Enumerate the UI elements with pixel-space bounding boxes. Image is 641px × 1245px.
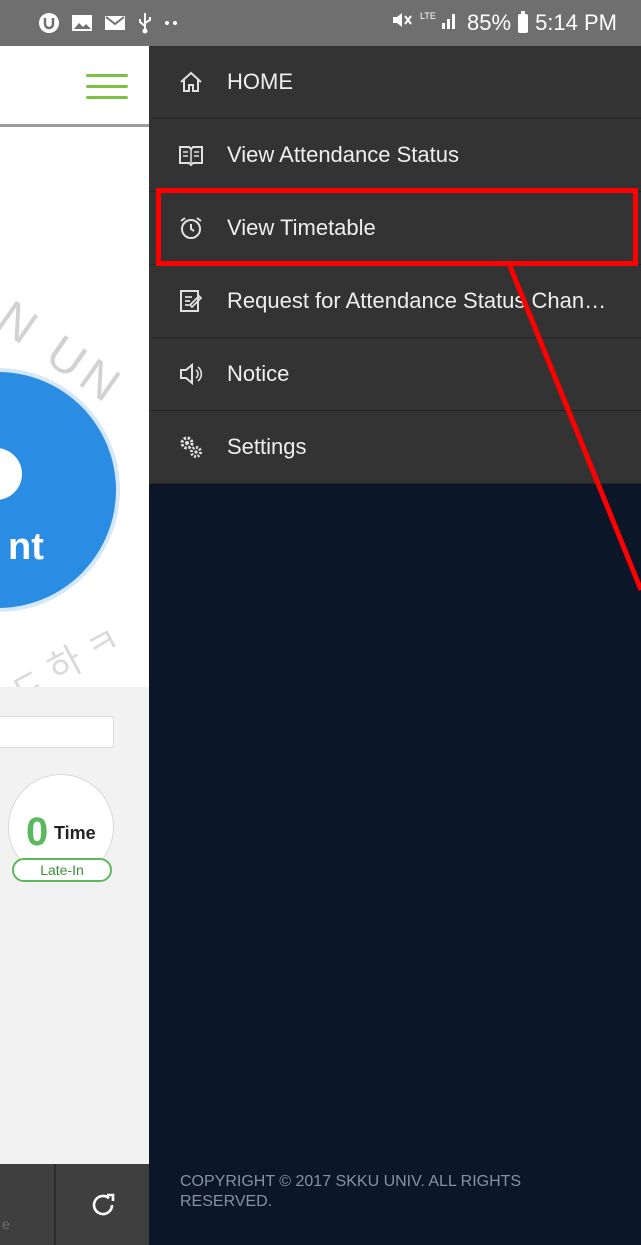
menu-item-settings[interactable]: Settings	[149, 411, 641, 484]
mute-icon	[391, 10, 413, 36]
menu-item-label: Notice	[227, 361, 290, 386]
mail-icon	[104, 14, 126, 32]
hamburger-menu-icon[interactable]	[86, 74, 128, 100]
stats-input-box	[0, 716, 114, 748]
menu-item-label: Request for Attendance Status Chan…	[227, 288, 607, 313]
copyright-text: COPYRIGHT © 2017 SKKU UNIV. ALL RIGHTS R…	[180, 1173, 522, 1210]
usb-icon	[137, 12, 153, 34]
u-app-icon	[38, 12, 60, 34]
stats-panel	[0, 687, 149, 1245]
lte-signal-icon: LTE	[420, 9, 460, 37]
attendance-circle-text: nt	[8, 526, 44, 568]
status-right-icons: LTE 85% 5:14 PM	[391, 9, 617, 37]
svg-text:LTE: LTE	[420, 11, 436, 21]
battery-percent: 85%	[467, 10, 512, 35]
menu-item-home[interactable]: HOME	[149, 46, 641, 119]
refresh-button[interactable]	[56, 1164, 149, 1245]
menu-item-label: Settings	[227, 434, 307, 459]
menu-item-view-attendance-status[interactable]: View Attendance Status	[149, 119, 641, 192]
menu-item-notice[interactable]: Notice	[149, 338, 641, 411]
clock-time: 5:14 PM	[535, 10, 617, 35]
background-app: N UN ㄷ 하 ㅋ nt 0 Time Late-In e	[0, 46, 149, 1245]
status-left-icons	[38, 12, 180, 34]
more-dots-icon	[164, 19, 180, 27]
late-in-count: 0	[26, 810, 49, 854]
refresh-icon	[92, 1193, 114, 1215]
late-in-unit: Time	[54, 823, 96, 843]
highlight-box	[156, 188, 638, 266]
book-icon	[177, 141, 205, 169]
menu-item-request-attendance-change[interactable]: Request for Attendance Status Chan…	[149, 265, 641, 338]
late-in-badge: Late-In	[12, 858, 112, 882]
edit-note-icon	[177, 287, 205, 315]
screen: LTE 85% 5:14 PM N UN ㄷ 하 ㅋ nt 0 Time Lat…	[0, 0, 641, 1245]
menu-item-label: HOME	[227, 69, 293, 94]
menu-item-label: View Attendance Status	[227, 142, 459, 167]
image-icon	[71, 13, 93, 33]
bottom-bar-label-fragment: e	[2, 1216, 10, 1232]
status-bar: LTE 85% 5:14 PM	[0, 0, 641, 46]
home-icon	[177, 68, 205, 96]
header-divider	[0, 124, 149, 127]
speaker-icon	[177, 360, 205, 388]
battery-icon	[518, 10, 529, 33]
gears-icon	[177, 433, 205, 461]
bottom-bar: e	[0, 1164, 149, 1245]
